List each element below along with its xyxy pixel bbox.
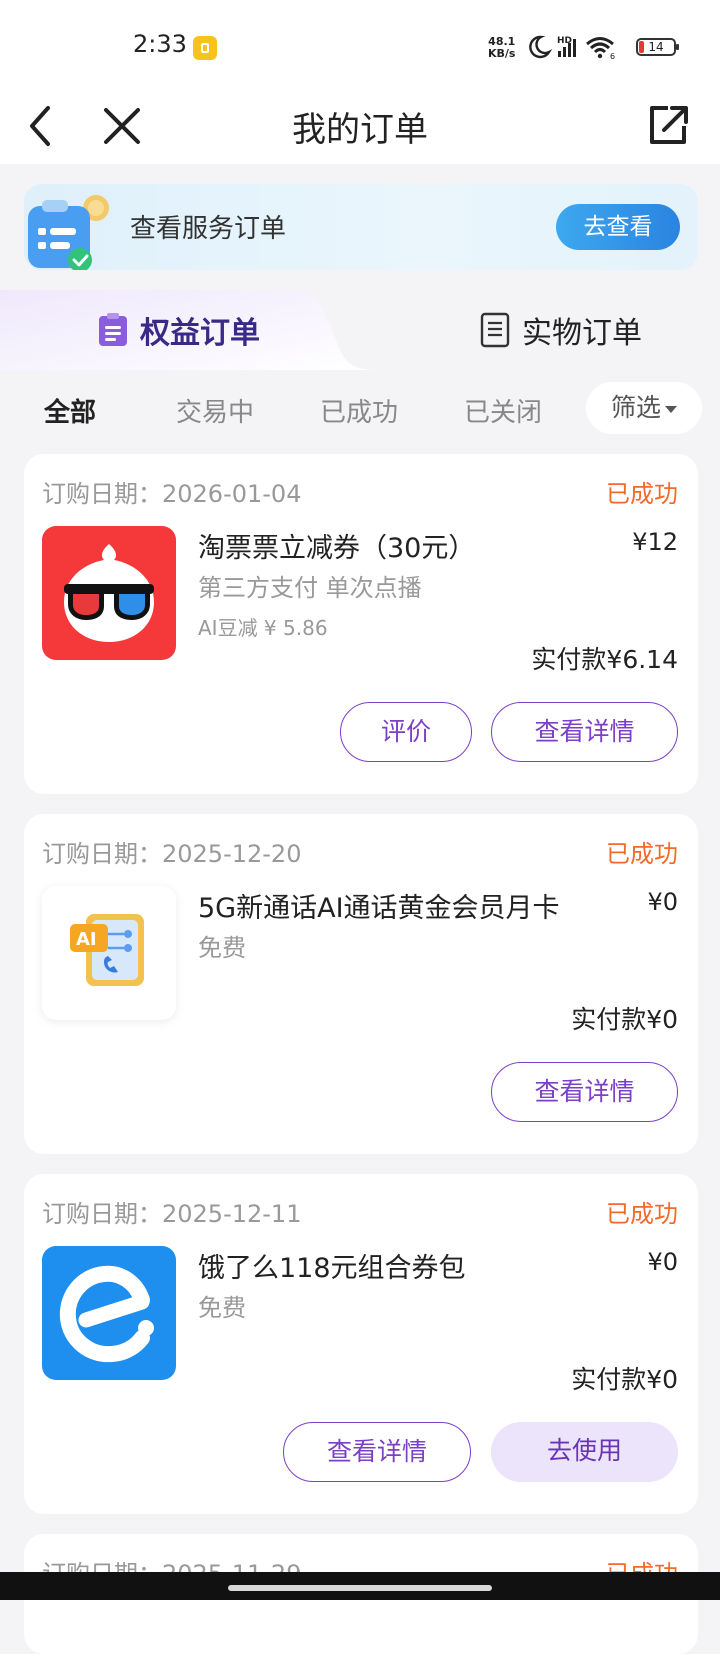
filter-success[interactable]: 已成功 [320,392,398,429]
filter-all[interactable]: 全部 [44,392,96,429]
order-status: 已成功 [606,840,678,868]
order-discount: AI豆减 ¥ 5.86 [198,616,328,640]
order-status: 已成功 [606,480,678,508]
order-card[interactable]: 订购日期：2025-12-20 已成功 AI 5G新通话AI通话黄金会员月卡 ¥… [24,814,698,1154]
order-product-name: 5G新通话AI通话黄金会员月卡 [198,893,560,924]
order-card[interactable]: 订购日期：2025-12-11 已成功 饿了么118元组合券包 ¥0 免费 实付… [24,1174,698,1514]
order-paid-amount: 实付款¥6.14 [531,645,678,674]
ai-call-icon: AI [42,886,176,1020]
order-card[interactable]: 订购日期：2026-01-04 已成功 淘票票立减券（30元） ¥12 第三方支… [24,454,698,794]
wifi-icon: 6 [586,37,615,60]
order-price: ¥0 [647,1248,678,1276]
page-title: 我的订单 [292,110,428,150]
order-product-name: 饿了么118元组合券包 [198,1253,466,1284]
tab-benefit-orders[interactable]: 权益订单 [98,308,260,352]
view-details-button[interactable]: 查看详情 [283,1422,471,1482]
order-price: ¥0 [647,888,678,916]
tab-benefit-orders-label: 权益订单 [140,316,260,351]
status-filters: 全部 交易中 已成功 已关闭 筛选 [0,378,720,438]
order-payment-type: 免费 [198,1294,246,1322]
banner-text: 查看服务订单 [130,214,287,244]
order-date: 订购日期：2025-12-20 [42,840,302,868]
eleme-logo-icon [42,1246,176,1380]
order-paid-amount: 实付款¥0 [571,1005,678,1034]
order-type-tabs: 权益订单 实物订单 [0,290,720,370]
order-status: 已成功 [606,1200,678,1228]
filter-closed[interactable]: 已关闭 [464,392,542,429]
filter-in-progress[interactable]: 交易中 [176,392,254,429]
service-order-banner[interactable]: 查看服务订单 去查看 [24,184,698,270]
status-time: 2:33 [133,30,187,58]
order-price: ¥12 [632,528,678,556]
use-now-button[interactable]: 去使用 [491,1422,678,1482]
order-payment-type: 免费 [198,934,246,962]
taopiaopiao-logo-icon [42,526,176,660]
tab-physical-orders[interactable]: 实物订单 [480,308,642,352]
order-paid-amount: 实付款¥0 [571,1365,678,1394]
status-bar: 2:33 48.1 KB/s HD 6 14 [0,0,720,90]
view-service-button[interactable]: 去查看 [556,204,680,250]
svg-text:AI: AI [76,929,97,950]
net-speed-unit: KB/s [488,47,516,60]
svg-text:6: 6 [610,52,615,60]
view-details-button[interactable]: 查看详情 [491,702,678,762]
document-icon [480,312,510,348]
nav-bar: 我的订单 [0,90,720,164]
battery-icon: 14 [636,38,679,56]
service-order-illustration-icon [28,195,109,270]
status-icons: HD 6 [529,35,615,60]
review-button[interactable]: 评价 [340,702,472,762]
share-icon[interactable] [638,96,698,156]
clipboard-icon [99,313,127,346]
order-date: 订购日期：2026-01-04 [42,480,302,508]
order-payment-type: 第三方支付 单次点播 [198,574,422,602]
notification-icon [193,36,217,60]
net-speed: 48.1 KB/s [488,36,515,60]
filter-button[interactable]: 筛选 [586,382,702,434]
hd-signal-icon: HD [557,36,576,57]
caret-down-icon [665,405,677,413]
battery-level: 14 [648,40,664,54]
view-details-button[interactable]: 查看详情 [491,1062,678,1122]
order-date: 订购日期：2025-12-11 [42,1200,302,1228]
home-indicator[interactable] [228,1585,492,1591]
tab-physical-orders-label: 实物订单 [522,316,642,351]
filter-button-label: 筛选 [610,393,661,422]
order-product-name: 淘票票立减券（30元） [198,533,476,564]
moon-icon [529,35,553,59]
